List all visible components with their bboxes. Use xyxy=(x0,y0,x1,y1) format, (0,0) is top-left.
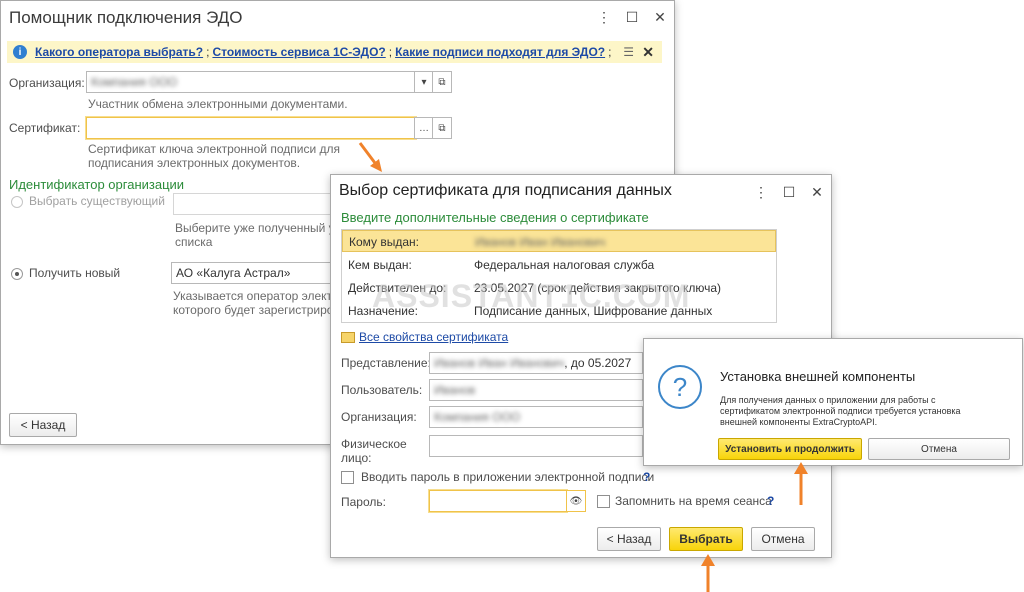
org-label: Организация: xyxy=(9,76,85,90)
cert-field[interactable] xyxy=(86,117,416,139)
cert-window-title: Выбор сертификата для подписания данных xyxy=(339,182,672,199)
ext-description: Для получения данных о приложении для ра… xyxy=(720,395,961,427)
enter-password-checkbox[interactable] xyxy=(341,471,354,484)
cert-select-button[interactable]: … xyxy=(414,117,434,139)
org-hint: Участник обмена электронными документами… xyxy=(88,97,348,111)
cert-open-button[interactable]: ⧉ xyxy=(432,117,452,139)
org-open-button[interactable]: ⧉ xyxy=(432,71,452,93)
cert-cancel-button[interactable]: Отмена xyxy=(751,527,815,551)
radio-new[interactable] xyxy=(11,268,23,280)
radio-new-label: Получить новый xyxy=(29,266,121,280)
remember-label: Запомнить на время сеанса xyxy=(615,494,772,508)
table-row[interactable]: Кому выдан: Иванов Иван Иванович xyxy=(342,230,776,252)
cert-hint: Сертификат ключа электронной подписи для… xyxy=(88,142,341,170)
question-icon: ? xyxy=(658,365,702,409)
user-label: Пользователь: xyxy=(341,383,423,397)
operator-hint: Указывается оператор электр которого буд… xyxy=(173,289,339,317)
list-icon[interactable]: ☰ xyxy=(623,45,634,59)
table-row: Кем выдан: Федеральная налоговая служба xyxy=(348,258,655,272)
maximize-icon[interactable]: ☐ xyxy=(624,9,640,26)
ext-title: Установка внешней компоненты xyxy=(720,369,916,384)
org-field[interactable]: Компания ООО xyxy=(86,71,416,93)
help-icon[interactable]: ? xyxy=(767,494,774,508)
close-info-icon[interactable]: ✕ xyxy=(642,44,654,61)
cert-titlebar: Выбор сертификата для подписания данных … xyxy=(331,175,831,209)
more-icon[interactable]: ⋮ xyxy=(596,9,612,26)
arrow-to-select-button xyxy=(701,554,715,592)
more-icon[interactable]: ⋮ xyxy=(753,184,769,201)
maximize-icon[interactable]: ☐ xyxy=(781,184,797,201)
info-icon: i xyxy=(13,45,27,59)
existing-hint: Выберите уже полученный у списка xyxy=(175,221,335,249)
edo-titlebar: Помощник подключения ЭДО ⋮ ☐ ✕ xyxy=(1,1,674,35)
link-which-operator[interactable]: Какого оператора выбрать? xyxy=(35,45,203,59)
ext-component-window: ? Установка внешней компоненты Для получ… xyxy=(643,338,1023,466)
cert-org-label: Организация: xyxy=(341,410,417,424)
cert-info-table: Кому выдан: Иванов Иван Иванович Кем выд… xyxy=(341,229,777,323)
password-label: Пароль: xyxy=(341,495,386,509)
password-field[interactable] xyxy=(429,490,567,512)
install-continue-button[interactable]: Установить и продолжить xyxy=(718,438,862,460)
phys-label: Физическое лицо: xyxy=(341,437,407,465)
org-dropdown-button[interactable]: ▾ xyxy=(414,71,434,93)
link-signatures[interactable]: Какие подписи подходят для ЭДО? xyxy=(395,45,605,59)
table-row: Действителен до: 23.05.2027 (срок действ… xyxy=(348,281,722,295)
edo-window-title: Помощник подключения ЭДО xyxy=(9,8,243,27)
repr-field[interactable]: Иванов Иван Иванович, до 05.2027 xyxy=(429,352,643,374)
show-password-button[interactable]: 👁 xyxy=(566,490,586,512)
all-props-link[interactable]: Все свойства сертификата xyxy=(359,330,508,344)
help-icon[interactable]: ? xyxy=(643,470,650,484)
radio-existing-label: Выбрать существующий xyxy=(29,194,165,208)
close-icon[interactable]: ✕ xyxy=(652,9,668,26)
close-icon[interactable]: ✕ xyxy=(809,184,825,201)
edo-back-button[interactable]: < Назад xyxy=(9,413,77,437)
cert-back-button[interactable]: < Назад xyxy=(597,527,661,551)
existing-field[interactable] xyxy=(173,193,333,215)
cert-subtitle: Введите дополнительные сведения о сертиф… xyxy=(341,210,649,225)
ext-cancel-button[interactable]: Отмена xyxy=(868,438,1010,460)
select-button[interactable]: Выбрать xyxy=(669,527,743,551)
table-row: Назначение: Подписание данных, Шифровани… xyxy=(348,304,713,318)
cert-label: Сертификат: xyxy=(9,121,81,135)
certificate-icon xyxy=(341,332,355,343)
operator-field[interactable]: АО «Калуга Астрал» xyxy=(171,262,333,284)
radio-existing[interactable] xyxy=(11,196,23,208)
id-section-title: Идентификатор организации xyxy=(9,177,185,192)
phys-field[interactable] xyxy=(429,435,643,457)
link-service-cost[interactable]: Стоимость сервиса 1С-ЭДО? xyxy=(212,45,385,59)
repr-label: Представление: xyxy=(341,356,431,370)
user-field[interactable]: Иванов xyxy=(429,379,643,401)
cert-org-field[interactable]: Компания ООО xyxy=(429,406,643,428)
enter-password-label: Вводить пароль в приложении электронной … xyxy=(361,470,655,484)
info-bar: i Какого оператора выбрать? ; Стоимость … xyxy=(7,41,662,63)
remember-checkbox[interactable] xyxy=(597,495,610,508)
